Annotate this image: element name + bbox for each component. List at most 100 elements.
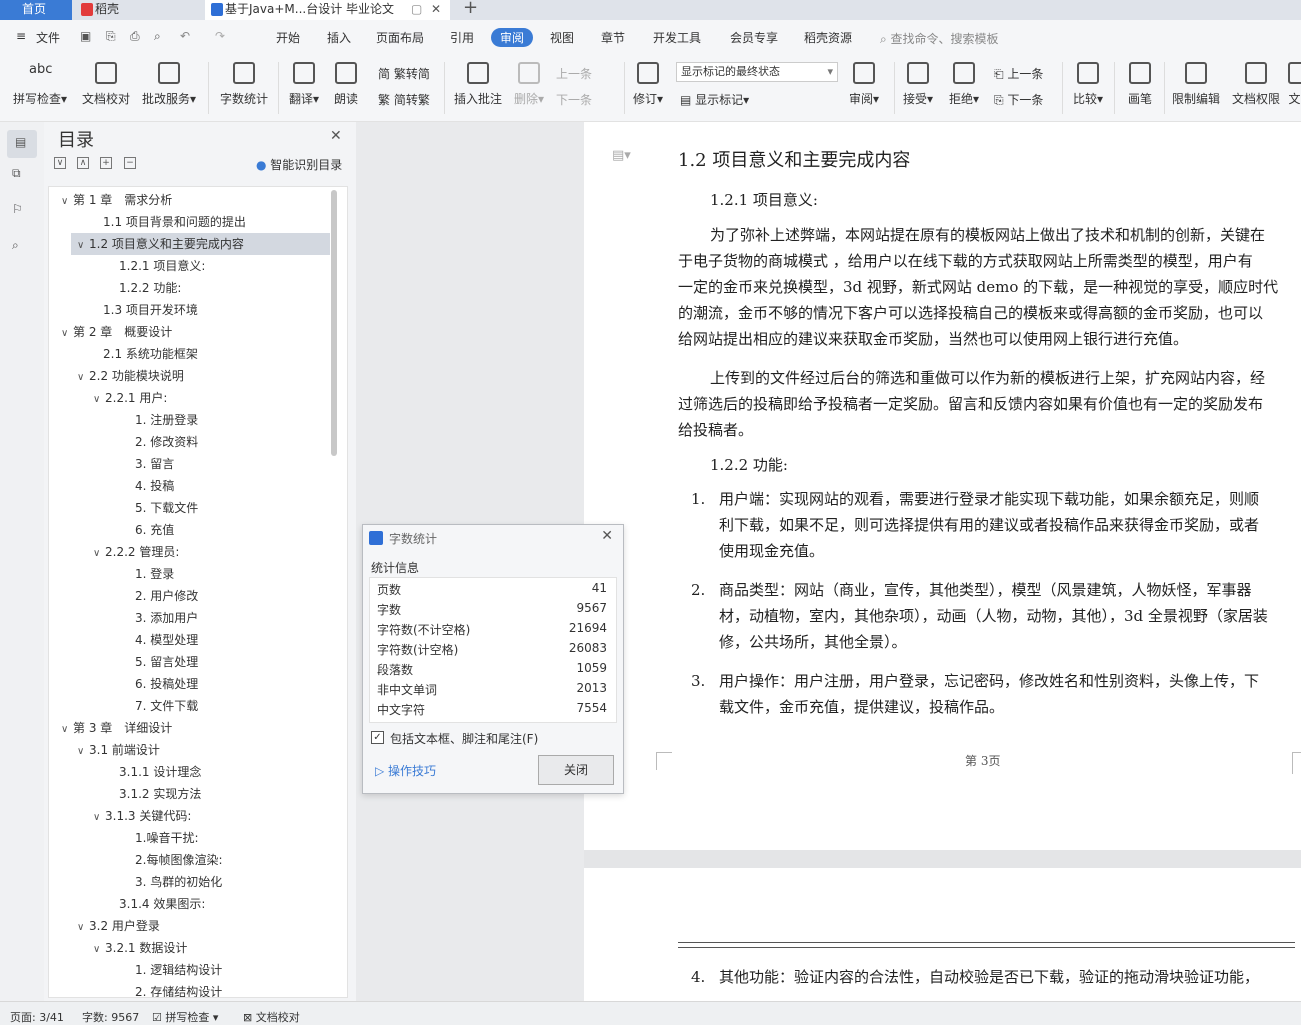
spell-check-button[interactable]: abc 拼写检查▾: [10, 62, 70, 107]
toc-item[interactable]: ∨ 第 1 章 需求分析: [49, 189, 329, 211]
page-options-icon[interactable]: ▤▾: [612, 148, 631, 163]
toc-item[interactable]: 6. 投稿处理: [49, 673, 329, 695]
toc-item[interactable]: 1.噪音干扰:: [49, 827, 329, 849]
doc-proof-button[interactable]: 文档校对: [78, 62, 134, 107]
chevron-down-icon[interactable]: ∨: [93, 807, 105, 829]
bookmark-icon[interactable]: ⚐: [12, 202, 32, 222]
spell-check-status[interactable]: ☑ 拼写检查 ▾: [152, 1009, 218, 1025]
toc-item[interactable]: 4. 投稿: [49, 475, 329, 497]
toc-item[interactable]: 2.1 系统功能框架: [49, 343, 329, 365]
track-state-select[interactable]: 显示标记的最终状态 ▾: [676, 62, 838, 82]
chevron-down-icon[interactable]: ∨: [61, 191, 73, 213]
toc-item[interactable]: 3.1.2 实现方法: [49, 783, 329, 805]
toc-item[interactable]: 1. 逻辑结构设计: [49, 959, 329, 981]
tab-pin-icon[interactable]: ▢: [411, 0, 422, 18]
simp-to-trad-button[interactable]: 繁 简转繁: [378, 91, 430, 108]
doc-proof-status[interactable]: ⊠ 文档校对: [243, 1009, 300, 1025]
toc-item[interactable]: ∨ 第 2 章 概要设计: [49, 321, 329, 343]
next-comment-button[interactable]: 下一条: [556, 91, 592, 108]
toc-item[interactable]: 6. 充值: [49, 519, 329, 541]
new-tab-icon[interactable]: +: [463, 0, 478, 18]
toc-item[interactable]: 5. 留言处理: [49, 651, 329, 673]
next-change-button[interactable]: ⎘ 下一条: [994, 91, 1043, 108]
toc-item[interactable]: 1.2.1 项目意义:: [49, 255, 329, 277]
toc-item[interactable]: 2. 存储结构设计: [49, 981, 329, 997]
chapter-nav-icon[interactable]: ⧉: [12, 166, 32, 186]
menu-daoke-res[interactable]: 稻壳资源: [804, 29, 852, 46]
dialog-close-icon[interactable]: ✕: [601, 528, 613, 544]
smart-toc-button[interactable]: ● 智能识别目录: [256, 156, 342, 173]
menu-review[interactable]: 审阅: [491, 28, 534, 47]
toc-item[interactable]: ∨ 1.2 项目意义和主要完成内容: [71, 233, 330, 255]
accept-button[interactable]: 接受▾: [900, 62, 936, 107]
restrict-edit-button[interactable]: 限制编辑: [1168, 62, 1224, 107]
toc-item[interactable]: ∨ 3.1.3 关键代码:: [49, 805, 329, 827]
toc-item[interactable]: ∨ 3.1 前端设计: [49, 739, 329, 761]
toc-item[interactable]: 4. 模型处理: [49, 629, 329, 651]
find-icon[interactable]: ⌕: [12, 238, 32, 258]
tab-document[interactable]: 基于Java+M...台设计 毕业论文 ▢ ✕: [205, 0, 450, 20]
toc-item[interactable]: ∨ 2.2.1 用户:: [49, 387, 329, 409]
toc-item[interactable]: 3.1.1 设计理念: [49, 761, 329, 783]
toc-item[interactable]: 5. 下载文件: [49, 497, 329, 519]
export-icon[interactable]: ⎘: [106, 29, 116, 44]
chevron-down-icon[interactable]: ∨: [61, 323, 73, 345]
menu-chapter[interactable]: 章节: [601, 29, 625, 46]
toc-item[interactable]: ∨ 2.2.2 管理员:: [49, 541, 329, 563]
add-heading-icon[interactable]: +: [100, 157, 112, 169]
toc-item[interactable]: 2.每帧图像渲染:: [49, 849, 329, 871]
toc-item[interactable]: ∨ 3.2 用户登录: [49, 915, 329, 937]
save-icon[interactable]: ▣: [80, 29, 91, 43]
toc-item[interactable]: ∨ 2.2 功能模块说明: [49, 365, 329, 387]
tab-close-icon[interactable]: ✕: [431, 0, 441, 18]
pen-button[interactable]: 画笔: [1120, 62, 1160, 107]
expand-up-icon[interactable]: ∧: [77, 157, 89, 169]
toc-item[interactable]: ∨ 第 3 章 详细设计: [49, 717, 329, 739]
toc-close-icon[interactable]: ✕: [330, 128, 342, 144]
reject-button[interactable]: 拒绝▾: [946, 62, 982, 107]
prev-change-button[interactable]: ⎗ 上一条: [994, 65, 1043, 82]
overflow-button[interactable]: 文: [1288, 62, 1301, 107]
delete-comment-button[interactable]: 删除▾: [510, 62, 548, 107]
tips-link[interactable]: ▷ 操作技巧: [375, 762, 436, 779]
menu-layout[interactable]: 页面布局: [376, 29, 424, 46]
hamburger-icon[interactable]: ≡: [16, 29, 26, 43]
menu-reference[interactable]: 引用: [450, 29, 474, 46]
chevron-down-icon[interactable]: ∨: [77, 741, 89, 763]
page-indicator[interactable]: 页面: 3/41: [10, 1009, 64, 1025]
menu-insert[interactable]: 插入: [327, 29, 351, 46]
chevron-down-icon[interactable]: ∨: [93, 543, 105, 565]
toc-scrollbar[interactable]: [331, 190, 337, 456]
toc-item[interactable]: 1.1 项目背景和问题的提出: [49, 211, 329, 233]
prev-comment-button[interactable]: 上一条: [556, 65, 592, 82]
command-search[interactable]: ⌕ 查找命令、搜索模板: [880, 30, 999, 47]
toc-item[interactable]: 3. 鸟群的初始化: [49, 871, 329, 893]
compare-button[interactable]: 比较▾: [1068, 62, 1108, 107]
toc-item[interactable]: 1.2.2 功能:: [49, 277, 329, 299]
chevron-down-icon[interactable]: ∨: [77, 235, 89, 257]
chevron-down-icon[interactable]: ∨: [77, 367, 89, 389]
review-pane-button[interactable]: 审阅▾: [846, 62, 882, 107]
approve-service-button[interactable]: 批改服务▾: [138, 62, 200, 107]
menu-member[interactable]: 会员专享: [730, 29, 778, 46]
collapse-all-icon[interactable]: ∨: [54, 157, 66, 169]
toc-nav-button[interactable]: ▤: [7, 130, 37, 158]
insert-comment-button[interactable]: 插入批注: [450, 62, 506, 107]
trad-to-simp-button[interactable]: 简 繁转简: [378, 65, 430, 82]
read-aloud-button[interactable]: 朗读: [328, 62, 364, 107]
toc-item[interactable]: ∨ 3.2.1 数据设计: [49, 937, 329, 959]
toc-item[interactable]: 3.1.4 效果图示:: [49, 893, 329, 915]
remove-heading-icon[interactable]: −: [124, 157, 136, 169]
toc-item[interactable]: 7. 文件下载: [49, 695, 329, 717]
toc-item[interactable]: 2. 用户修改: [49, 585, 329, 607]
show-marks-button[interactable]: ▤ 显示标记▾: [680, 91, 749, 108]
toc-item[interactable]: 3. 添加用户: [49, 607, 329, 629]
chevron-down-icon[interactable]: ∨: [77, 917, 89, 939]
revise-button[interactable]: 修订▾: [630, 62, 666, 107]
tab-daoke[interactable]: 稻壳: [75, 0, 197, 20]
tab-home[interactable]: 首页: [0, 0, 72, 20]
toc-item[interactable]: 3. 留言: [49, 453, 329, 475]
menu-start[interactable]: 开始: [276, 29, 300, 46]
chevron-down-icon[interactable]: ∨: [93, 389, 105, 411]
toc-item[interactable]: 1. 注册登录: [49, 409, 329, 431]
